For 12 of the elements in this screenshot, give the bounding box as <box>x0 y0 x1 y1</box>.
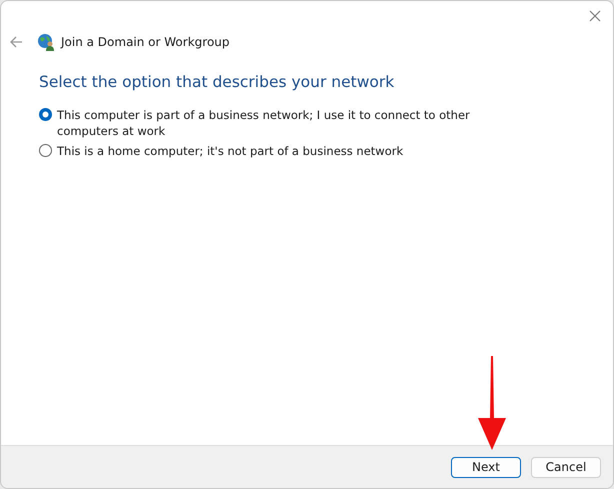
radio-option[interactable]: This computer is part of a business network; I use it to connect to other computers at work <box>39 107 509 139</box>
heading: Select the option that describes your network <box>39 73 396 91</box>
radio-option[interactable]: This is a home computer; it's not part of a business network <box>39 143 509 159</box>
arrow-icon <box>477 356 507 450</box>
back-arrow-icon[interactable] <box>9 35 23 49</box>
window-title: Join a Domain or Workgroup <box>61 35 230 49</box>
globe-user-icon <box>37 33 55 51</box>
cancel-button[interactable]: Cancel <box>531 456 601 478</box>
next-button[interactable]: Next <box>451 456 521 478</box>
radio-button[interactable] <box>39 108 52 121</box>
close-icon[interactable] <box>589 10 601 22</box>
radio-button[interactable] <box>39 144 52 157</box>
